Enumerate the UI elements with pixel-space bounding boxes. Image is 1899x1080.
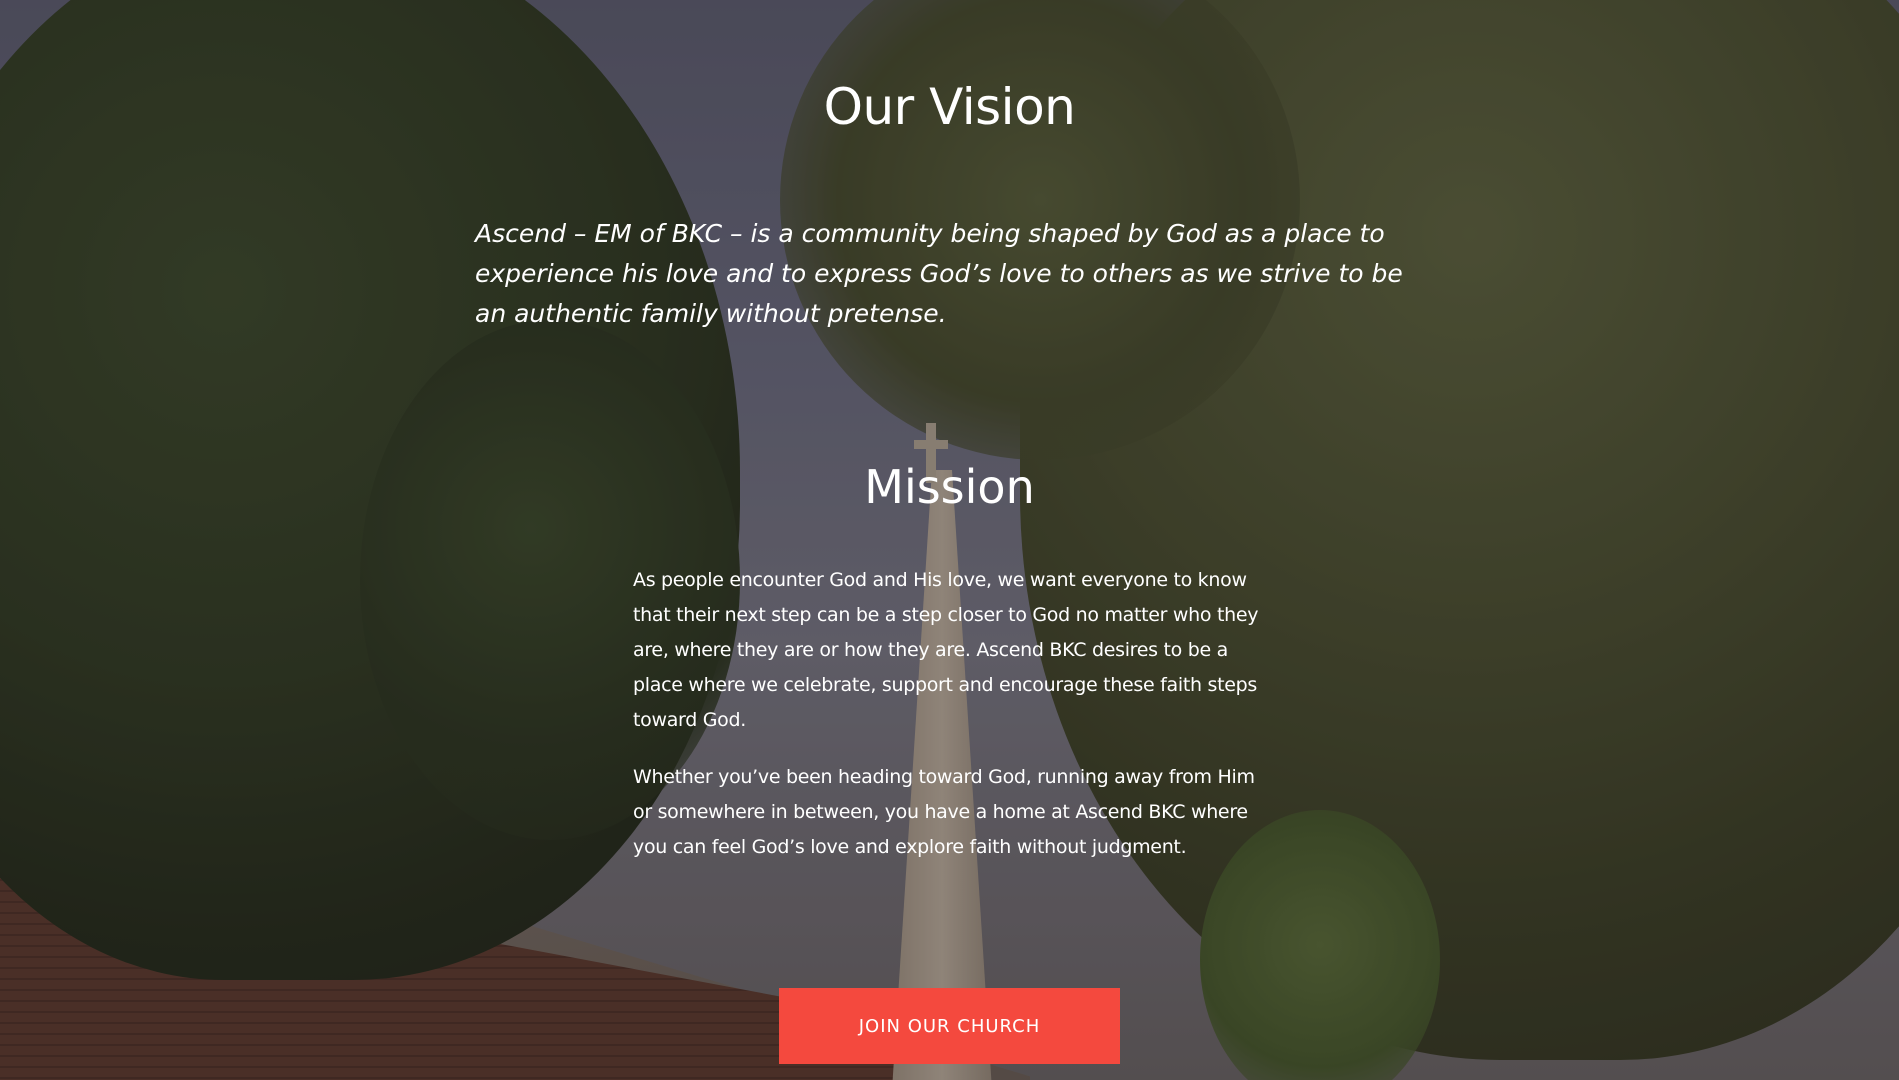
join-church-button[interactable]: JOIN OUR CHURCH <box>779 988 1120 1064</box>
hero-section: Our Vision Ascend – EM of BKC – is a com… <box>0 0 1899 1080</box>
mission-body: As people encounter God and His love, we… <box>633 563 1273 887</box>
mission-heading: Mission <box>864 460 1035 514</box>
mission-paragraph: As people encounter God and His love, we… <box>633 569 1259 731</box>
vision-heading: Our Vision <box>823 78 1076 136</box>
vision-statement: Ascend – EM of BKC – is a community bein… <box>475 219 1403 328</box>
hero-content: Our Vision Ascend – EM of BKC – is a com… <box>0 0 1899 1080</box>
mission-paragraph: Whether you’ve been heading toward God, … <box>633 766 1255 858</box>
